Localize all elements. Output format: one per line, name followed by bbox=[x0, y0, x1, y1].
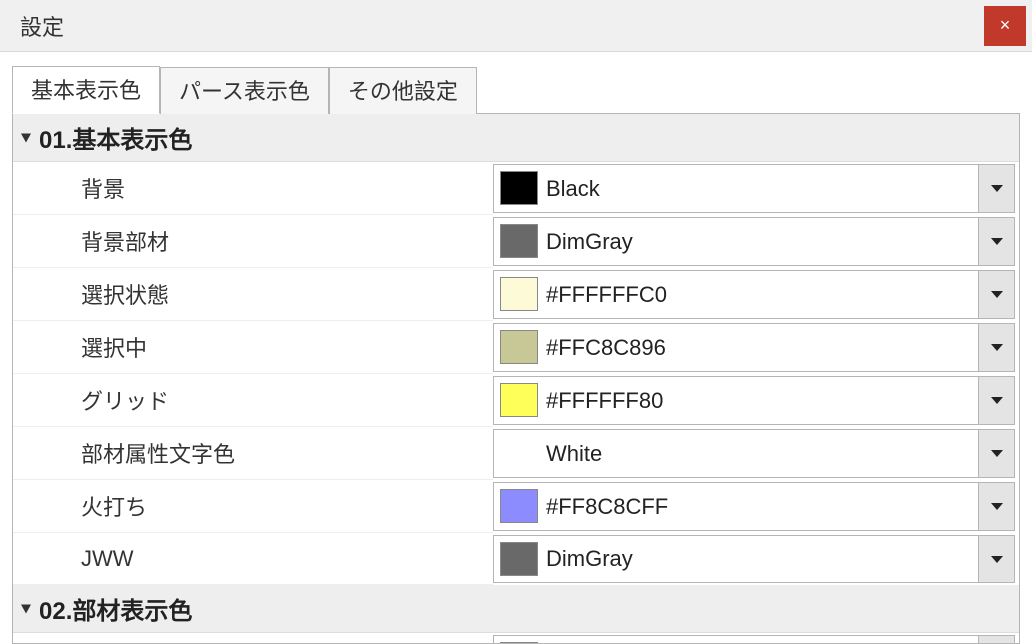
dropdown-button[interactable] bbox=[978, 377, 1014, 424]
row-label: 背景 bbox=[13, 162, 493, 215]
row-selecting: 選択中 #FFC8C896 bbox=[13, 321, 1019, 374]
settings-panel[interactable]: 01.基本表示色 背景 Black 背景部材 DimGray 選択状態 #FFF… bbox=[12, 114, 1020, 644]
row-label: 部材属性文字色 bbox=[13, 427, 493, 480]
color-value: #FFFFFF80 bbox=[546, 377, 978, 424]
dropdown-button[interactable] bbox=[978, 430, 1014, 477]
tab-other-settings[interactable]: その他設定 bbox=[329, 67, 477, 114]
chevron-down-icon bbox=[991, 450, 1003, 457]
row-jww: JWW DimGray bbox=[13, 533, 1019, 585]
dropdown-button[interactable] bbox=[978, 536, 1014, 582]
color-picker-selected-state[interactable]: #FFFFFFC0 bbox=[493, 270, 1015, 319]
dropdown-button[interactable] bbox=[978, 165, 1014, 212]
color-swatch bbox=[500, 489, 538, 523]
titlebar: 設定 × bbox=[0, 0, 1032, 52]
color-picker-jww[interactable]: DimGray bbox=[493, 535, 1015, 583]
color-value: White bbox=[546, 430, 978, 477]
group-title: 02.部材表示色 bbox=[39, 598, 192, 625]
row-label: グリッド bbox=[13, 374, 493, 427]
chevron-down-icon bbox=[991, 556, 1003, 563]
color-value: DimGray bbox=[546, 536, 978, 582]
dropdown-button[interactable] bbox=[978, 271, 1014, 318]
tab-strip: 基本表示色 パース表示色 その他設定 bbox=[12, 70, 1020, 114]
tab-perspective-colors[interactable]: パース表示色 bbox=[160, 67, 329, 114]
color-picker-member-attr-text[interactable]: White bbox=[493, 429, 1015, 478]
color-swatch bbox=[500, 383, 538, 417]
color-value: #FF8C8CFF bbox=[546, 483, 978, 530]
tab-label: その他設定 bbox=[348, 79, 458, 104]
group-header-member-colors[interactable]: 02.部材表示色 bbox=[13, 585, 1019, 633]
color-picker-background[interactable]: Black bbox=[493, 164, 1015, 213]
chevron-down-icon bbox=[991, 291, 1003, 298]
window-title: 設定 bbox=[20, 10, 64, 42]
row-member-attr-text-color: 部材属性文字色 White bbox=[13, 427, 1019, 480]
group-title: 01.基本表示色 bbox=[39, 127, 192, 154]
row-hiuchi: 火打ち #FF8C8CFF bbox=[13, 480, 1019, 533]
color-picker-background-member[interactable]: DimGray bbox=[493, 217, 1015, 266]
color-picker-grid[interactable]: #FFFFFF80 bbox=[493, 376, 1015, 425]
row-label: 火打ち bbox=[13, 480, 493, 533]
group-header-basic-colors[interactable]: 01.基本表示色 bbox=[13, 114, 1019, 162]
row-label: 柱 bbox=[13, 633, 493, 644]
row-selected-state: 選択状態 #FFFFFFC0 bbox=[13, 268, 1019, 321]
chevron-down-icon bbox=[991, 503, 1003, 510]
dropdown-button[interactable] bbox=[978, 636, 1014, 644]
row-background: 背景 Black bbox=[13, 162, 1019, 215]
chevron-down-icon bbox=[21, 133, 31, 142]
color-swatch bbox=[500, 542, 538, 576]
close-button[interactable]: × bbox=[984, 6, 1026, 46]
chevron-down-icon bbox=[21, 604, 31, 613]
row-pillar: 柱 Lime bbox=[13, 633, 1019, 644]
chevron-down-icon bbox=[991, 397, 1003, 404]
color-value: #FFC8C896 bbox=[546, 324, 978, 371]
color-swatch bbox=[500, 330, 538, 364]
chevron-down-icon bbox=[991, 185, 1003, 192]
color-value: DimGray bbox=[546, 218, 978, 265]
dropdown-button[interactable] bbox=[978, 483, 1014, 530]
row-grid: グリッド #FFFFFF80 bbox=[13, 374, 1019, 427]
color-value: Lime bbox=[546, 636, 978, 644]
row-label: 背景部材 bbox=[13, 215, 493, 268]
tab-basic-colors[interactable]: 基本表示色 bbox=[12, 66, 160, 114]
color-swatch bbox=[500, 277, 538, 311]
content-area: 基本表示色 パース表示色 その他設定 01.基本表示色 背景 Black 背景部… bbox=[0, 52, 1032, 644]
row-background-member: 背景部材 DimGray bbox=[13, 215, 1019, 268]
tab-label: パース表示色 bbox=[179, 79, 310, 104]
close-icon: × bbox=[1000, 15, 1011, 36]
color-picker-selecting[interactable]: #FFC8C896 bbox=[493, 323, 1015, 372]
color-swatch bbox=[500, 224, 538, 258]
dropdown-button[interactable] bbox=[978, 324, 1014, 371]
tab-label: 基本表示色 bbox=[31, 78, 141, 103]
color-value: Black bbox=[546, 165, 978, 212]
color-value: #FFFFFFC0 bbox=[546, 271, 978, 318]
color-swatch bbox=[500, 171, 538, 205]
color-picker-hiuchi[interactable]: #FF8C8CFF bbox=[493, 482, 1015, 531]
dropdown-button[interactable] bbox=[978, 218, 1014, 265]
row-label: 選択状態 bbox=[13, 268, 493, 321]
row-label: JWW bbox=[13, 533, 493, 585]
chevron-down-icon bbox=[991, 344, 1003, 351]
chevron-down-icon bbox=[991, 238, 1003, 245]
row-label: 選択中 bbox=[13, 321, 493, 374]
color-picker-pillar[interactable]: Lime bbox=[493, 635, 1015, 644]
